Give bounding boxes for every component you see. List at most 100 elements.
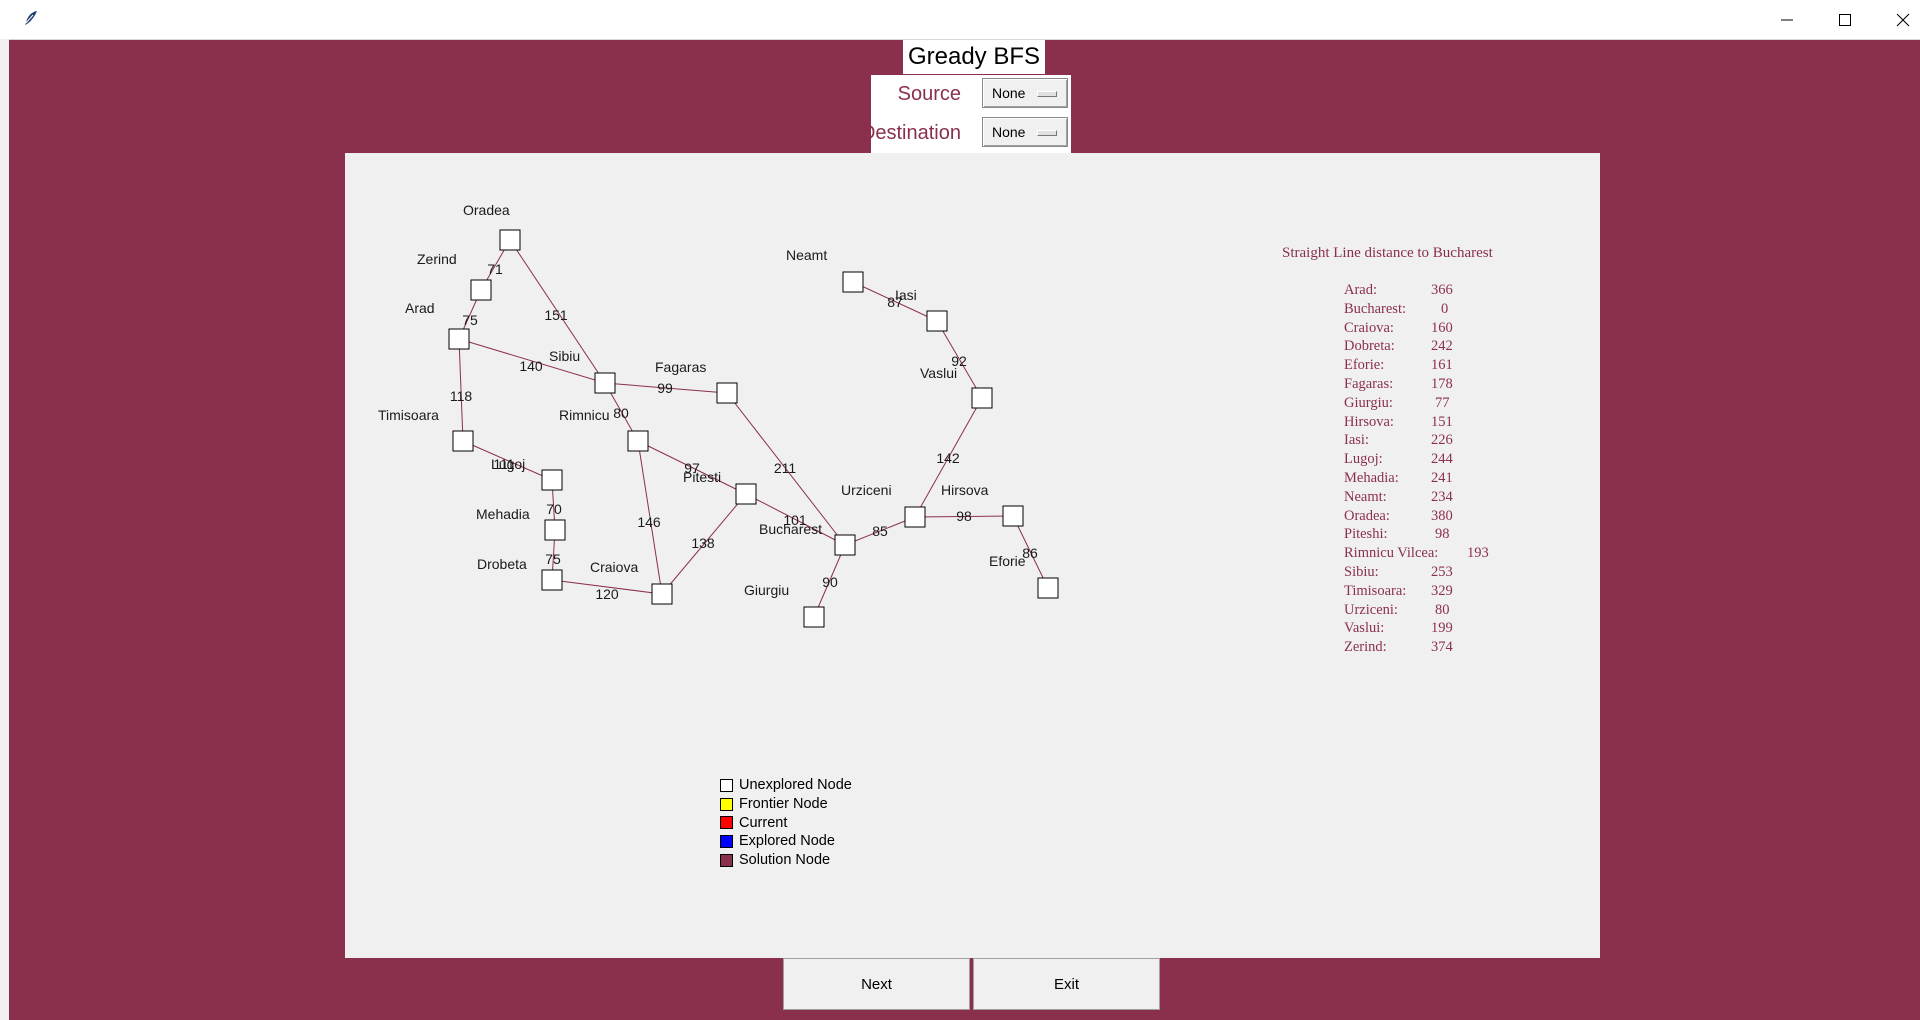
road-distance-label: 75 <box>545 551 561 567</box>
sld-row: Rimnicu Vilcea: 193 <box>1344 545 1489 564</box>
legend-swatch <box>720 834 733 848</box>
city-label-rimnicu: Rimnicu <box>559 407 610 423</box>
maximize-icon[interactable] <box>1816 0 1874 39</box>
city-node-lugoj <box>541 469 563 491</box>
city-node-hirsova <box>1002 505 1024 527</box>
legend-item: Current <box>720 813 852 832</box>
sld-city: Sibiu: <box>1344 563 1379 580</box>
city-node-pitesti <box>735 483 757 505</box>
legend-swatch <box>720 797 733 811</box>
city-node-rimnicu <box>627 430 649 452</box>
sld-row: Eforie: 161 <box>1344 357 1453 376</box>
city-label-iasi: Iasi <box>895 287 917 303</box>
city-node-urziceni <box>904 506 926 528</box>
city-label-oradea: Oradea <box>463 202 510 218</box>
road-distance-label: 90 <box>822 574 838 590</box>
sld-distance: 244 <box>1431 451 1453 468</box>
dropdown-indicator-icon <box>1037 91 1057 97</box>
next-button[interactable]: Next <box>783 958 970 1010</box>
city-node-neamt <box>842 271 864 293</box>
destination-label: Destination <box>860 122 961 144</box>
road-distance-label: 75 <box>462 312 478 328</box>
city-node-giurgiu <box>803 606 825 628</box>
city-node-zerind <box>470 279 492 301</box>
legend-item: Solution Node <box>720 851 852 870</box>
sld-row: Piteshi: 98 <box>1344 526 1450 545</box>
city-label-drobeta: Drobeta <box>477 556 527 572</box>
sld-row: Mehadia: 241 <box>1344 469 1453 489</box>
sld-distance: 98 <box>1435 526 1450 543</box>
road-distance-label: 98 <box>956 508 972 524</box>
road-distance-label: 80 <box>613 405 629 421</box>
city-label-craiova: Craiova <box>590 559 638 575</box>
city-node-mehadia <box>544 519 566 541</box>
sld-row: Fagaras: 178 <box>1344 375 1453 395</box>
road-distance-label: 120 <box>595 586 619 602</box>
city-node-bucharest <box>834 534 856 556</box>
road-distance-label: 146 <box>637 514 661 530</box>
road-distance-label: 211 <box>774 460 797 476</box>
sld-city: Dobreta: <box>1344 338 1395 355</box>
destination-value: None <box>992 124 1026 140</box>
sld-distance: 366 <box>1431 282 1453 298</box>
destination-dropdown[interactable]: None <box>982 117 1068 147</box>
legend: Unexplored Node Frontier Node Current Explo… <box>720 776 852 869</box>
sld-city: Piteshi: <box>1344 526 1388 543</box>
sld-city: Hirsova: <box>1344 413 1394 430</box>
legend-label: Solution Node <box>739 852 831 869</box>
sld-distance: 0 <box>1441 300 1449 317</box>
sld-table: Arad: 366 Bucharest: 0 Craiova: 160 Dobreta: 24… <box>1344 282 1489 658</box>
sld-city: Craiova: <box>1344 319 1394 336</box>
city-label-timisoara: Timisoara <box>378 407 439 423</box>
sld-row: Zerind: 374 <box>1344 639 1453 658</box>
sld-city: Giurgiu: <box>1344 394 1393 411</box>
city-label-bucharest: Bucharest <box>759 521 822 537</box>
sld-distance: 329 <box>1431 582 1453 599</box>
sld-distance: 199 <box>1431 620 1453 637</box>
road-distance-label: 142 <box>936 450 960 466</box>
sld-distance: 80 <box>1435 601 1450 618</box>
sld-city: Timisoara: <box>1344 582 1407 599</box>
city-label-vaslui: Vaslui <box>920 365 957 381</box>
road-distance-label: 151 <box>544 307 568 323</box>
city-node-eforie <box>1037 577 1059 599</box>
sld-city: Fagaras: <box>1344 375 1394 392</box>
sld-distance: 380 <box>1431 507 1453 524</box>
road-distance-label: 140 <box>519 358 543 374</box>
sld-city: Lugoj: <box>1344 451 1383 468</box>
city-label-neamt: Neamt <box>786 247 827 263</box>
sld-row: Craiova: 160 <box>1344 319 1453 339</box>
legend-label: Unexplored Node <box>739 777 852 794</box>
city-label-giurgiu: Giurgiu <box>744 582 789 598</box>
exit-button[interactable]: Exit <box>973 958 1160 1010</box>
sld-city: Arad: <box>1344 282 1378 298</box>
legend-label: Frontier Node <box>739 796 828 813</box>
sld-city: Iasi: <box>1344 432 1369 449</box>
source-label: Source <box>897 83 961 105</box>
sld-row: Arad: 366 <box>1344 282 1453 301</box>
source-dropdown[interactable]: None <box>982 78 1068 108</box>
page-title: Gready BFS <box>903 40 1045 74</box>
legend-swatch <box>720 778 733 792</box>
legend-swatch <box>720 816 733 830</box>
sld-distance: 241 <box>1431 469 1453 486</box>
sld-row: Giurgiu: 77 <box>1344 394 1450 414</box>
minimize-icon[interactable] <box>1758 0 1816 39</box>
sld-city: Bucharest: <box>1344 300 1407 317</box>
dropdown-indicator-icon <box>1037 130 1057 136</box>
legend-item: Frontier Node <box>720 795 852 814</box>
sld-distance: 178 <box>1431 375 1453 392</box>
sld-distance: 160 <box>1431 319 1453 336</box>
road-distance-label: 71 <box>487 261 503 277</box>
city-node-fagaras <box>716 382 738 404</box>
city-label-pitesti: Pitesti <box>683 469 721 485</box>
road-distance-label: 85 <box>872 523 888 539</box>
sld-city: Mehadia: <box>1344 469 1399 486</box>
city-label-eforie: Eforie <box>989 553 1026 569</box>
close-icon[interactable] <box>1874 0 1920 39</box>
sld-distance: 226 <box>1431 432 1453 449</box>
sld-city: Rimnicu Vilcea: <box>1344 545 1439 562</box>
city-node-vaslui <box>971 387 993 409</box>
sld-row: Urziceni: 80 <box>1344 602 1450 621</box>
road-distance-label: 138 <box>691 535 715 551</box>
